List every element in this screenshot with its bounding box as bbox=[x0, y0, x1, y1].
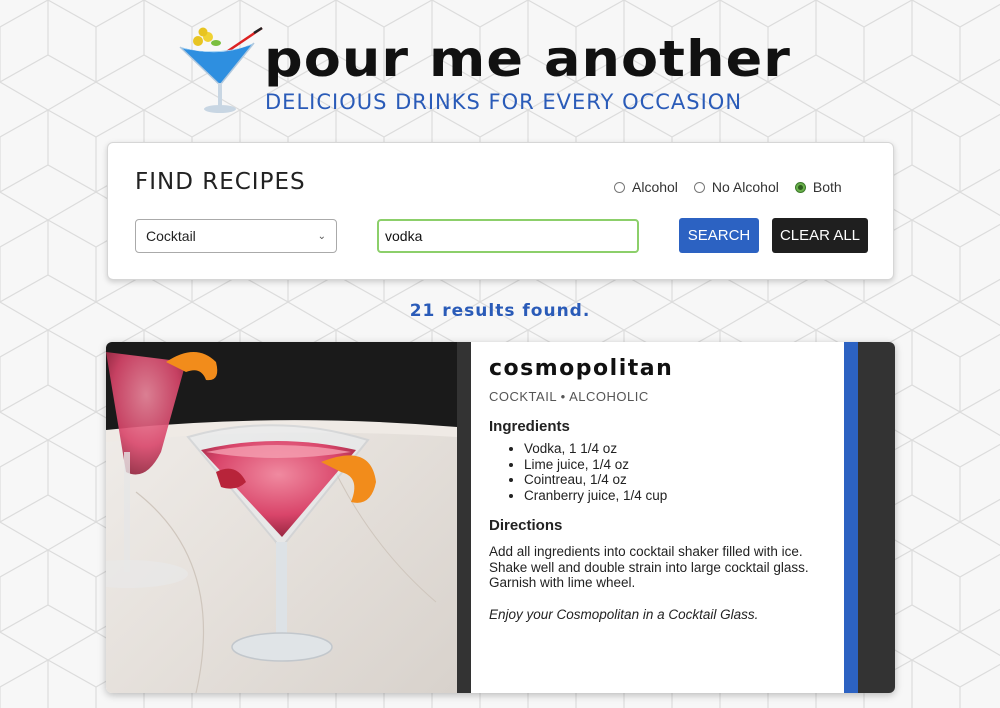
directions-heading: Directions bbox=[489, 517, 563, 534]
radio-both[interactable]: Both bbox=[794, 179, 842, 195]
search-panel: FIND RECIPES Alcohol No Alcohol Both Coc… bbox=[107, 142, 894, 280]
alcohol-filter-group: Alcohol No Alcohol Both bbox=[614, 179, 842, 195]
clear-all-button[interactable]: CLEAR ALL bbox=[772, 218, 868, 253]
results-count: 21 results found. bbox=[409, 301, 591, 321]
serving-note: Enjoy your Cosmopolitan in a Cocktail Gl… bbox=[489, 606, 759, 622]
radio-button[interactable] bbox=[614, 181, 625, 193]
chevron-down-icon: ⌄ bbox=[317, 230, 326, 242]
radio-no-alcohol[interactable]: No Alcohol bbox=[693, 179, 779, 195]
search-heading: FIND RECIPES bbox=[135, 169, 306, 195]
recipe-meta: COCKTAIL • ALCOHOLIC bbox=[489, 389, 649, 404]
list-item: Cranberry juice, 1/4 cup bbox=[524, 488, 834, 504]
site-tagline: DELICIOUS DRINKS FOR EVERY OCCASION bbox=[265, 90, 743, 114]
radio-alcohol[interactable]: Alcohol bbox=[614, 179, 678, 195]
cocktail-glass-icon bbox=[179, 26, 263, 113]
search-button[interactable]: SEARCH bbox=[679, 218, 759, 253]
directions-text: Add all ingredients into cocktail shaker… bbox=[489, 544, 809, 590]
recipe-details: cosmopolitan COCKTAIL • ALCOHOLIC Ingred… bbox=[489, 356, 834, 622]
card-accent-stripe bbox=[844, 342, 858, 693]
radio-button[interactable] bbox=[693, 181, 705, 193]
radio-label: Alcohol bbox=[632, 179, 678, 195]
radio-label: Both bbox=[812, 179, 842, 195]
card-edge bbox=[858, 342, 895, 693]
site-header: pour me another DELICIOUS DRINKS FOR EVE… bbox=[0, 0, 1000, 130]
list-item: Vodka, 1 1/4 oz bbox=[524, 441, 834, 457]
list-item: Cointreau, 1/4 oz bbox=[524, 472, 834, 488]
radio-label: No Alcohol bbox=[711, 179, 779, 195]
list-item: Lime juice, 1/4 oz bbox=[524, 457, 834, 473]
card-divider bbox=[457, 342, 471, 693]
ingredients-heading: Ingredients bbox=[489, 418, 570, 435]
site-title: pour me another bbox=[264, 30, 792, 88]
recipe-photo bbox=[106, 342, 457, 693]
select-value: Cocktail bbox=[146, 228, 196, 244]
recipe-name: cosmopolitan bbox=[489, 356, 674, 381]
recipe-card[interactable]: cosmopolitan COCKTAIL • ALCOHOLIC Ingred… bbox=[106, 342, 895, 693]
radio-button-selected[interactable] bbox=[794, 181, 806, 193]
ingredient-list: Vodka, 1 1/4 oz Lime juice, 1/4 oz Coint… bbox=[489, 441, 834, 503]
drink-type-select[interactable]: Cocktail ⌄ bbox=[135, 219, 337, 253]
search-input[interactable] bbox=[377, 219, 639, 253]
